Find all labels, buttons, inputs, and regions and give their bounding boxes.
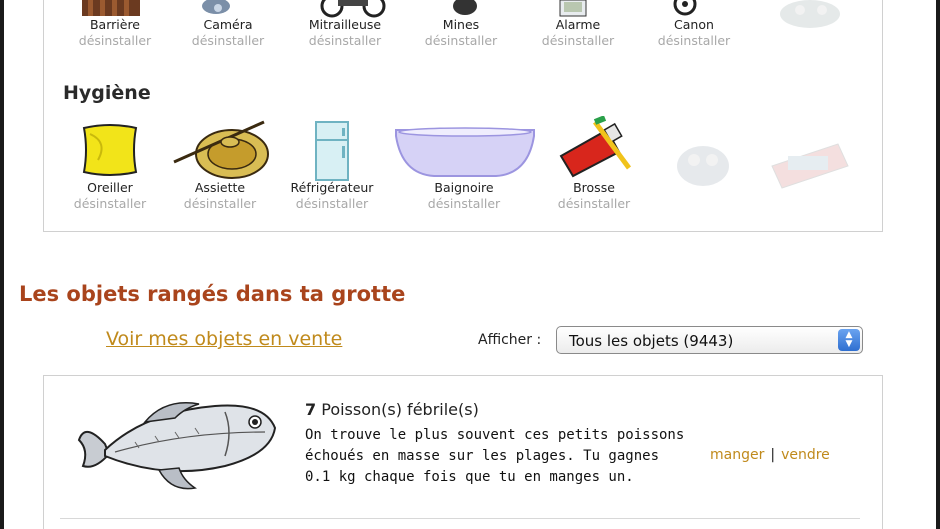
uninstall-link[interactable]: désinstaller: [165, 196, 275, 212]
stored-item-actions: manger | vendre: [710, 447, 830, 463]
filter-select[interactable]: Tous les objets (9443) ▲ ▼: [556, 326, 863, 354]
uninstall-link[interactable]: désinstaller: [55, 196, 165, 212]
installed-item-refrigerateur: Réfrigérateur désinstaller: [277, 180, 387, 212]
stored-item-description: On trouve le plus souvent ces petits poi…: [305, 427, 685, 485]
bathtub-icon: [392, 122, 538, 184]
toothpaste-icon: [768, 136, 858, 196]
stored-item-name: Poisson(s) fébrile(s): [321, 400, 479, 419]
item-name: Brosse: [573, 180, 615, 195]
stored-item-quantity: 7: [305, 400, 317, 419]
item-name: Réfrigérateur: [290, 180, 374, 195]
fish-icon: [75, 392, 280, 514]
chevron-updown-icon: ▲ ▼: [838, 329, 860, 351]
uninstall-link[interactable]: désinstaller: [639, 33, 749, 49]
uninstall-link[interactable]: désinstaller: [60, 33, 170, 49]
view-items-on-sale-link[interactable]: Voir mes objets en vente: [106, 328, 342, 350]
installed-item-camera: Caméra désinstaller: [173, 17, 283, 49]
item-name: Mines: [442, 17, 480, 32]
action-separator: |: [770, 447, 776, 463]
eat-link[interactable]: manger: [710, 447, 764, 463]
hygiene-heading: Hygiène: [63, 82, 151, 104]
stored-item-title: 7 Poisson(s) fébrile(s): [305, 400, 479, 419]
window-edge-left: [0, 0, 4, 529]
item-name: Alarme: [555, 17, 601, 32]
toothbrush-icon: [555, 115, 639, 186]
item-name: Oreiller: [87, 180, 133, 195]
robot-icon: [668, 136, 738, 196]
row-divider: [60, 518, 860, 519]
uninstall-link[interactable]: désinstaller: [539, 196, 649, 212]
uninstall-link[interactable]: désinstaller: [523, 33, 633, 49]
installed-item-canon: Canon désinstaller: [639, 17, 749, 49]
stored-objects-heading: Les objets rangés dans ta grotte: [19, 282, 406, 306]
installed-item-mitrailleuse: Mitrailleuse désinstaller: [290, 17, 400, 49]
installed-item-brosse: Brosse désinstaller: [539, 180, 649, 212]
uninstall-link[interactable]: désinstaller: [406, 33, 516, 49]
plate-icon: [170, 118, 270, 184]
item-name: Baignoire: [434, 180, 494, 195]
installed-item-assiette: Assiette désinstaller: [165, 180, 275, 212]
item-name: Canon: [674, 17, 714, 32]
filter-label: Afficher :: [478, 332, 542, 348]
installed-item-alarme: Alarme désinstaller: [523, 17, 633, 49]
uninstall-link[interactable]: désinstaller: [277, 196, 387, 212]
item-name: Caméra: [203, 17, 253, 32]
installed-item-mines: Mines désinstaller: [406, 17, 516, 49]
uninstall-link[interactable]: désinstaller: [409, 196, 519, 212]
robot-icon: [770, 0, 850, 38]
item-name: Assiette: [194, 180, 246, 195]
pillow-icon: [78, 120, 142, 184]
item-name: Mitrailleuse: [308, 17, 382, 32]
window-edge-right: [936, 0, 940, 529]
uninstall-link[interactable]: désinstaller: [173, 33, 283, 49]
filter-select-value: Tous les objets (9443): [569, 332, 734, 350]
installed-item-oreiller: Oreiller désinstaller: [55, 180, 165, 212]
installed-item-baignoire: Baignoire désinstaller: [409, 180, 519, 212]
sell-link[interactable]: vendre: [781, 447, 830, 463]
installed-item-barriere: Barrière désinstaller: [60, 17, 170, 49]
uninstall-link[interactable]: désinstaller: [290, 33, 400, 49]
fridge-icon: [314, 120, 350, 186]
item-name: Barrière: [89, 17, 140, 32]
